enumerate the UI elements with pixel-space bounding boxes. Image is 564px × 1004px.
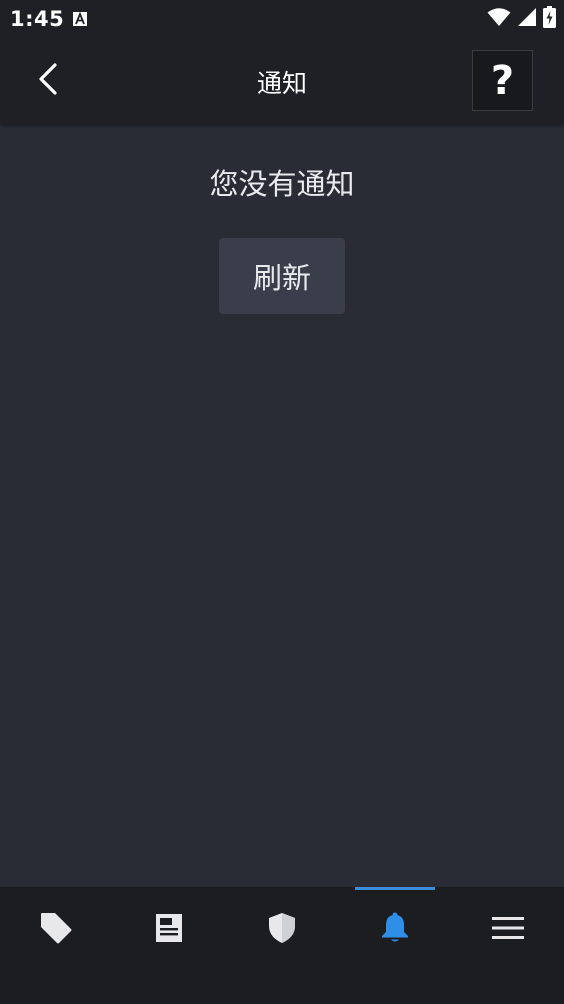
news-icon — [155, 913, 183, 947]
shield-icon — [268, 912, 296, 948]
nav-item-notifications[interactable] — [339, 887, 451, 973]
tag-icon — [39, 911, 73, 949]
app-notification-icon — [73, 11, 87, 26]
status-icons — [487, 6, 556, 32]
notifications-content: 您没有通知 刷新 — [0, 124, 564, 887]
wifi-icon — [487, 7, 511, 31]
nav-item-guard[interactable] — [226, 887, 338, 973]
nav-item-news[interactable] — [113, 887, 225, 973]
menu-icon — [492, 916, 524, 944]
help-button[interactable]: ? — [472, 50, 533, 111]
status-time: 1:45 — [10, 7, 65, 31]
signal-icon — [517, 7, 537, 31]
refresh-button[interactable]: 刷新 — [219, 238, 345, 314]
help-icon: ? — [490, 57, 515, 104]
empty-state-message: 您没有通知 — [209, 167, 355, 201]
nav-item-store[interactable] — [0, 887, 112, 973]
status-bar: 1:45 — [0, 0, 564, 38]
bell-icon — [381, 912, 409, 948]
battery-charging-icon — [543, 6, 556, 32]
bottom-navigation — [0, 887, 564, 1004]
app-bar: 通知 ? — [0, 38, 564, 124]
nav-item-menu[interactable] — [452, 887, 564, 973]
